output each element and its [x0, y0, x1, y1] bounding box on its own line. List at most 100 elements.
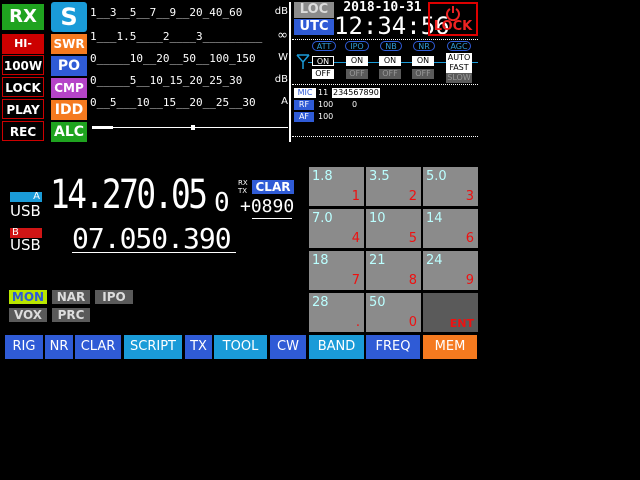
vfo-a-mode[interactable]: USB — [10, 202, 41, 220]
cw-button[interactable]: CW — [270, 335, 306, 359]
ipo-indicator[interactable]: IPO — [95, 290, 133, 304]
keypad-key[interactable]: 18 7 — [309, 251, 364, 290]
nar-indicator[interactable]: NAR — [52, 290, 90, 304]
mon-indicator[interactable]: MON — [9, 290, 47, 304]
rf-value: 100 — [318, 100, 334, 109]
keypad-key[interactable]: 10 5 — [366, 209, 421, 248]
nb-off-option[interactable]: OFF — [379, 69, 401, 79]
keypad-digit-label: 6 — [465, 231, 474, 246]
power-indicator[interactable]: 100W — [2, 55, 44, 75]
nr-label: NR — [413, 41, 435, 51]
vox-indicator[interactable]: VOX — [9, 308, 47, 322]
s-meter-button[interactable]: S — [51, 2, 87, 32]
vfo-b-underline — [72, 252, 236, 253]
tx-button[interactable]: TX — [185, 335, 212, 359]
lock-label: LOCK — [433, 19, 473, 34]
agc-slow-option[interactable]: SLOW — [446, 73, 472, 83]
lock-button[interactable]: LOCK — [428, 2, 478, 36]
keypad-digit-label: 7 — [351, 273, 360, 288]
script-button[interactable]: SCRIPT — [124, 335, 182, 359]
po-meter-scale: 0_____10__20__50__100_150 W — [90, 52, 288, 65]
band-keypad: 1.8 1 3.5 2 5.0 3 7.0 4 10 5 14 6 18 7 21 8 24 9 28. 50 0 ENT — [309, 167, 479, 333]
keypad-digit-label: ENT — [449, 317, 474, 330]
prc-indicator[interactable]: PRC — [52, 308, 90, 322]
band-button[interactable]: BAND — [309, 335, 364, 359]
lock-indicator[interactable]: LOCK — [2, 77, 44, 97]
nb-label: NB — [380, 41, 402, 51]
keypad-band-label: 28 — [312, 295, 329, 310]
vfo-a-badge[interactable]: A — [10, 192, 42, 202]
keypad-band-label: 3.5 — [369, 169, 390, 184]
idd-meter-button[interactable]: IDD — [51, 100, 87, 120]
hi-swr-indicator: HI-SWR — [2, 34, 44, 70]
agc-fast-option[interactable]: FAST — [446, 63, 472, 73]
keypad-digit-label: 1 — [351, 189, 360, 204]
agc-label: AGC — [447, 41, 471, 51]
keypad-band-label: 14 — [426, 211, 443, 226]
keypad-key[interactable]: 14 6 — [423, 209, 478, 248]
ipo-on-option[interactable]: ON — [346, 56, 368, 66]
keypad-key[interactable]: 1.8 1 — [309, 167, 364, 206]
rx-tx-label: RX TX — [238, 179, 248, 195]
agc-auto-option[interactable]: AUTO — [446, 53, 472, 63]
keypad-key[interactable]: 3.5 2 — [366, 167, 421, 206]
af-label: AF — [294, 112, 314, 122]
keypad-band-label: 10 — [369, 211, 386, 226]
keypad-band-label: 50 — [369, 295, 386, 310]
clar-indicator[interactable]: CLAR — [252, 180, 294, 194]
mic-label: MIC — [294, 88, 316, 98]
nr-off-option[interactable]: OFF — [412, 69, 434, 79]
nb-on-option[interactable]: ON — [379, 56, 401, 66]
keypad-digit-label: 0 — [408, 315, 417, 330]
ipo-off-option[interactable]: OFF — [346, 69, 368, 79]
nr-button[interactable]: NR — [45, 335, 73, 359]
alc-meter-button[interactable]: ALC — [51, 122, 87, 142]
rig-button[interactable]: RIG — [5, 335, 43, 359]
keypad-band-label: 18 — [312, 253, 329, 268]
divider — [289, 2, 291, 142]
rx-indicator: RX — [2, 4, 44, 30]
keypad-key[interactable]: 28. — [309, 293, 364, 332]
vfo-b-mode[interactable]: USB — [10, 236, 41, 254]
keypad-digit-label: . — [355, 315, 360, 330]
mem-button[interactable]: MEM — [423, 335, 477, 359]
keypad-digit-label: 8 — [408, 273, 417, 288]
att-on-option[interactable]: ON — [312, 56, 334, 66]
freq-button[interactable]: FREQ — [366, 335, 420, 359]
tool-button[interactable]: TOOL — [214, 335, 267, 359]
idd-meter-scale: 0__5___10__15__20__25__30 A — [90, 96, 288, 109]
keypad-band-label: 1.8 — [312, 169, 333, 184]
vfo-a-frequency[interactable]: 14.270.05 — [50, 172, 208, 218]
keypad-digit-label: 2 — [408, 189, 417, 204]
mic-gain-bar[interactable]: 234567890 — [332, 88, 380, 98]
vfo-b-frequency[interactable]: 07.050.390 — [72, 222, 232, 255]
rf-mid-value: 0 — [352, 100, 358, 109]
keypad-key[interactable]: 5.0 3 — [423, 167, 478, 206]
keypad-key[interactable]: 21 8 — [366, 251, 421, 290]
rec-button[interactable]: REC — [2, 121, 44, 141]
loc-clock-button[interactable]: LOC — [294, 2, 334, 18]
keypad-digit-label: 5 — [408, 231, 417, 246]
po-meter-button[interactable]: PO — [51, 56, 87, 76]
keypad-key[interactable]: 7.0 4 — [309, 209, 364, 248]
keypad-key[interactable]: 24 9 — [423, 251, 478, 290]
mic-value: 11 — [318, 88, 329, 97]
att-label: ATT — [312, 41, 336, 51]
play-button[interactable]: PLAY — [2, 99, 44, 119]
clar-offset: +0890 — [240, 196, 295, 217]
clar-button[interactable]: CLAR — [75, 335, 121, 359]
keypad-digit-label: 4 — [351, 231, 360, 246]
alc-meter-bar — [92, 125, 288, 130]
keypad-digit-label: 3 — [465, 189, 474, 204]
keypad-key[interactable]: 50 0 — [366, 293, 421, 332]
keypad-band-label: 24 — [426, 253, 443, 268]
divider — [292, 136, 478, 137]
nr-on-option[interactable]: ON — [412, 56, 434, 66]
rf-label: RF — [294, 100, 314, 110]
utc-clock-button[interactable]: UTC — [294, 19, 334, 35]
att-off-option[interactable]: OFF — [312, 69, 334, 79]
enter-key[interactable]: ENT — [423, 293, 478, 332]
keypad-band-label: 21 — [369, 253, 386, 268]
cmp-meter-button[interactable]: CMP — [51, 78, 87, 98]
swr-meter-button[interactable]: SWR — [51, 34, 87, 54]
